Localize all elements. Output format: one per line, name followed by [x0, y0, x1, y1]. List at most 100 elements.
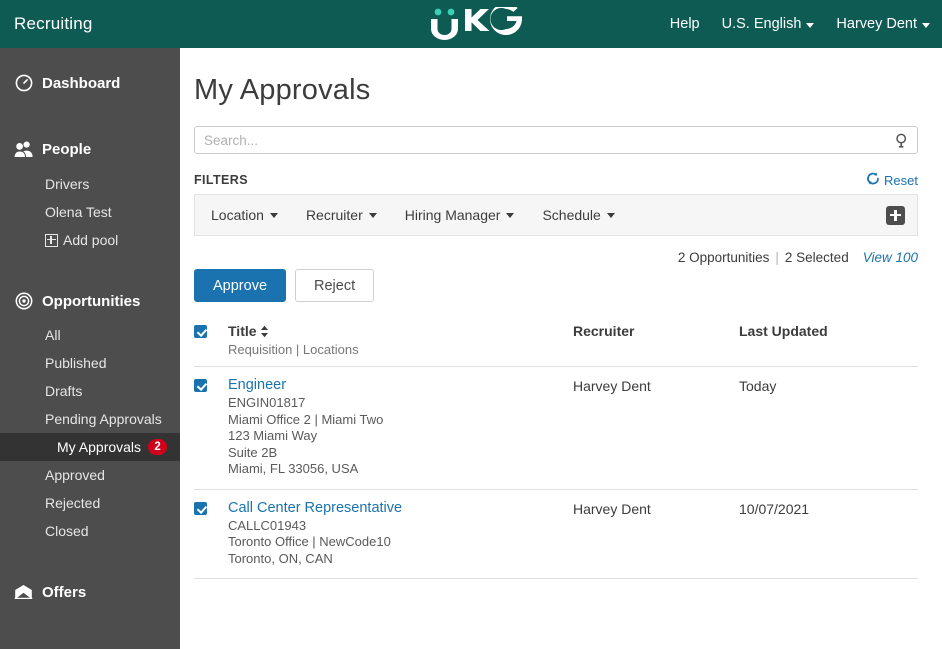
row-checkbox[interactable] [194, 501, 207, 515]
summary-separator: | [775, 250, 779, 265]
add-filter-button[interactable] [886, 205, 905, 225]
sidebar-approved-label: Approved [45, 467, 105, 483]
my-approvals-badge: 2 [148, 439, 168, 455]
select-all-cell [194, 323, 228, 343]
filter-recruiter-label: Recruiter [305, 207, 363, 223]
sidebar-drafts-label: Drafts [45, 383, 83, 399]
filter-recruiter[interactable]: Recruiter [306, 207, 377, 223]
filters-bar: Location Recruiter Hiring Manager Schedu… [194, 194, 918, 236]
sidebar-item-published[interactable]: Published [0, 349, 180, 377]
sidebar-item-olena-test[interactable]: Olena Test [0, 198, 180, 226]
row-requisition: ENGIN01817 [228, 395, 306, 410]
row-location-line: Toronto, ON, CAN [228, 550, 333, 566]
sidebar-closed-label: Closed [45, 523, 89, 539]
row-select-cell [194, 377, 228, 397]
top-nav: Help U.S. English Harvey Dent [670, 0, 930, 48]
column-last-updated: Last Updated [739, 323, 828, 339]
chevron-down-icon [269, 212, 278, 218]
row-select-cell [194, 500, 228, 520]
selected-count: 2 Selected [784, 250, 849, 265]
top-nav-user-label: Harvey Dent [836, 16, 917, 32]
row-checkbox[interactable] [194, 379, 207, 392]
filter-schedule-label: Schedule [542, 207, 601, 223]
sidebar-item-people[interactable]: People [0, 132, 180, 166]
column-title-label: Title [228, 323, 257, 339]
sort-icon[interactable] [260, 325, 269, 338]
target-icon [14, 292, 33, 311]
top-nav-language-label: U.S. English [721, 16, 802, 32]
row-location-line: Toronto Office | NewCode10 [228, 534, 391, 549]
sidebar-opportunities-label: Opportunities [42, 292, 141, 310]
filters-label: FILTERS [194, 173, 248, 187]
sidebar-drivers-label: Drivers [45, 176, 90, 192]
top-nav-help[interactable]: Help [670, 16, 700, 32]
reset-label: Reset [884, 172, 918, 188]
search-icon[interactable] [892, 130, 912, 150]
sidebar-item-pending-approvals[interactable]: Pending Approvals [0, 405, 180, 433]
row-location-line: Suite 2B [228, 444, 278, 460]
sidebar-item-my-approvals[interactable]: My Approvals 2 [0, 433, 180, 461]
row-title-cell: Engineer ENGIN01817 Miami Office 2 | Mia… [228, 377, 573, 478]
filter-hiring-manager-label: Hiring Manager [404, 207, 501, 223]
app-root: Recruiting Help U.S. English Harvey Dent [0, 0, 942, 649]
opportunity-title-link[interactable]: Call Center Representative [228, 500, 573, 516]
row-location-line: Miami Office 2 | Miami Two [228, 411, 384, 427]
bulk-actions: Approve Reject [194, 269, 918, 302]
table-row: Call Center Representative CALLC01943 To… [194, 490, 918, 579]
select-all-checkbox[interactable] [194, 325, 207, 338]
opportunity-title-link[interactable]: Engineer [228, 377, 573, 393]
reset-filters-button[interactable]: Reset [866, 172, 918, 188]
row-location-line: 123 Miami Way [228, 428, 318, 443]
row-title-cell: Call Center Representative CALLC01943 To… [228, 500, 573, 568]
refresh-icon [866, 172, 880, 188]
column-title-sublabel: Requisition | Locations [228, 342, 359, 357]
table-header-row: Title Requisition | Locations Recruiter … [194, 323, 918, 367]
sidebar-item-dashboard[interactable]: Dashboard [0, 66, 180, 100]
sidebar-item-all[interactable]: All [0, 321, 180, 349]
sidebar-item-drivers[interactable]: Drivers [0, 170, 180, 198]
approvals-table: Title Requisition | Locations Recruiter … [194, 323, 918, 579]
sidebar-item-offers[interactable]: Offers [0, 575, 180, 609]
sidebar-people-label: People [42, 140, 92, 158]
row-recruiter: Harvey Dent [573, 378, 651, 394]
sidebar-item-rejected[interactable]: Rejected [0, 489, 180, 517]
search-input[interactable] [194, 126, 918, 154]
sidebar-item-approved[interactable]: Approved [0, 461, 180, 489]
filter-location-label: Location [211, 207, 264, 223]
top-nav-user[interactable]: Harvey Dent [836, 16, 930, 32]
sidebar-item-add-pool[interactable]: Add pool [0, 226, 180, 254]
clock-icon [14, 74, 33, 93]
people-icon [14, 140, 33, 159]
search-bar [194, 126, 918, 154]
sidebar-my-approvals-label: My Approvals [57, 439, 142, 455]
filters-header-row: FILTERS Reset [194, 172, 918, 188]
chevron-down-icon [806, 22, 815, 28]
sidebar-pending-approvals-label: Pending Approvals [45, 411, 162, 427]
top-nav-language[interactable]: U.S. English [722, 16, 815, 32]
ukg-logo [411, 4, 531, 44]
reject-button[interactable]: Reject [295, 269, 375, 302]
sidebar-item-drafts[interactable]: Drafts [0, 377, 180, 405]
table-row: Engineer ENGIN01817 Miami Office 2 | Mia… [194, 367, 918, 490]
sidebar-item-closed[interactable]: Closed [0, 517, 180, 545]
sidebar-olena-test-label: Olena Test [45, 204, 112, 220]
chevron-down-icon [922, 22, 930, 28]
chevron-down-icon [368, 212, 377, 218]
results-summary: 2 Opportunities | 2 Selected View 100 [194, 250, 918, 265]
view-count-link[interactable]: View 100 [863, 250, 918, 265]
filter-schedule[interactable]: Schedule [542, 207, 615, 223]
approve-button[interactable]: Approve [194, 269, 287, 302]
chevron-down-icon [606, 212, 615, 218]
row-requisition: CALLC01943 [228, 517, 307, 533]
sidebar: Dashboard People Drivers Olena Test Add … [0, 48, 180, 649]
filter-hiring-manager[interactable]: Hiring Manager [405, 207, 515, 223]
sidebar-item-opportunities[interactable]: Opportunities [0, 284, 180, 318]
sidebar-add-pool-label: Add pool [63, 232, 119, 248]
top-nav-help-label: Help [669, 16, 700, 32]
filter-location[interactable]: Location [211, 207, 278, 223]
chevron-down-icon [506, 212, 515, 218]
main-content: My Approvals FILTERS [180, 48, 942, 649]
row-recruiter: Harvey Dent [573, 500, 651, 517]
row-last-updated: 10/07/2021 [739, 500, 810, 517]
sidebar-all-label: All [45, 327, 61, 343]
